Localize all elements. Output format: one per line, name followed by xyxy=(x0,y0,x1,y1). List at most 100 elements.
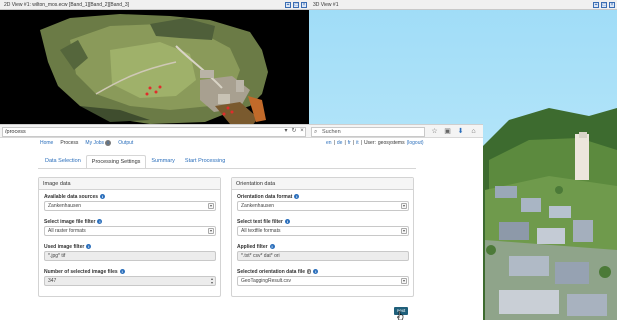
url-input[interactable]: /process xyxy=(2,127,306,137)
image-count-value: 347 xyxy=(48,278,57,284)
close-icon[interactable]: × xyxy=(298,127,306,135)
orientation-file-label: Selected orientation data file xyxy=(237,269,306,275)
applied-filter-field: *.txt* csv* dat* ori xyxy=(237,251,409,261)
orthomosaic-image[interactable] xyxy=(0,10,309,126)
app-navbar: Home Process My Jobs 0 Output en | de | fr |… xyxy=(0,138,483,148)
info-icon[interactable]: i xyxy=(119,269,125,275)
chevron-down-icon: ▾ xyxy=(208,228,214,234)
nav-my-jobs[interactable]: My Jobs 0 xyxy=(85,138,112,148)
lang-it[interactable]: it xyxy=(356,138,359,148)
lang-separator: | xyxy=(352,140,355,146)
orientation-data-panel: Orientation data Orientation data format… xyxy=(231,177,414,297)
data-sources-group: Available data sources i Zankenhausen ▾ xyxy=(44,193,216,211)
search-placeholder: Suchen xyxy=(322,129,341,135)
data-sources-value: Zankenhausen xyxy=(48,203,82,209)
data-sources-select[interactable]: Zankenhausen ▾ xyxy=(44,201,216,211)
lang-separator: | xyxy=(333,140,335,146)
info-icon[interactable]: i xyxy=(86,244,92,250)
restore-icon[interactable]: ▭ xyxy=(293,2,299,8)
chevron-down-icon: ▾ xyxy=(401,278,407,284)
nav-output[interactable]: Output xyxy=(118,138,133,148)
search-input[interactable]: ⌕ Suchen xyxy=(311,127,425,137)
used-filter-value: *.jpg* tif xyxy=(48,253,66,259)
image-count-label: Number of selected image files xyxy=(44,269,118,275)
3d-view-title: 3D View #1 xyxy=(313,2,339,8)
lang-fr[interactable]: fr xyxy=(348,138,351,148)
orientation-format-value: Zankenhausen xyxy=(241,203,275,209)
applied-filter-value: *.txt* csv* dat* ori xyxy=(241,253,280,259)
image-filter-group: Select image file filter i All raster for… xyxy=(44,218,216,236)
image-filter-select[interactable]: All raster formats ▾ xyxy=(44,226,216,236)
tab-start-processing[interactable]: Start Processing xyxy=(180,155,230,169)
star-icon[interactable]: ☆ xyxy=(430,127,439,136)
used-filter-field: *.jpg* tif xyxy=(44,251,216,261)
tab-summary[interactable]: Summary xyxy=(146,155,180,169)
spinner-icon: ▴ ▾ xyxy=(210,276,213,285)
nav-my-jobs-label: My Jobs xyxy=(85,140,105,146)
clipboard-icon[interactable]: ▣ xyxy=(443,127,452,136)
applied-filter-group: Applied filter i *.txt* csv* dat* ori xyxy=(237,243,409,261)
pin-icon[interactable]: ⌖ xyxy=(593,2,599,8)
close-icon[interactable]: × xyxy=(301,2,307,8)
info-icon[interactable]: i xyxy=(313,269,319,275)
jobs-count-badge: 0 xyxy=(105,139,112,146)
reload-icon[interactable]: ↻ xyxy=(290,127,298,135)
download-icon[interactable]: ⬇ xyxy=(456,127,465,136)
orientation-file-value: GeoTaggingResult.csv xyxy=(241,278,292,284)
home-icon[interactable]: ⌂ xyxy=(469,127,478,136)
orientation-file-select[interactable]: GeoTaggingResult.csv ▾ xyxy=(237,276,409,286)
image-filter-label: Select image file filter xyxy=(44,219,96,225)
image-count-field: 347 ▴ ▾ xyxy=(44,276,216,286)
close-icon[interactable]: × xyxy=(609,2,615,8)
orientation-data-heading: Orientation data xyxy=(232,178,413,190)
2d-view-titlebar: 2D View #1: wilton_mos.ecw [Band_1][Band… xyxy=(0,0,309,10)
text-filter-group: Select text file filter i All textfile fo… xyxy=(237,218,409,236)
3d-view-titlebar: 3D View #1 ⌖ ▭ × xyxy=(309,0,617,10)
2d-view-title: 2D View #1: wilton_mos.ecw [Band_1][Band… xyxy=(4,2,129,8)
browser-toolbar: /process ▾ ↻ × ⌕ Suchen ☆ ▣ ⬇ ⌂ xyxy=(0,124,483,138)
process-tabs: Data Selection Processing Settings Summa… xyxy=(40,155,230,169)
lang-separator: | xyxy=(344,140,346,146)
image-data-heading: Image data xyxy=(39,178,220,190)
lang-de[interactable]: de xyxy=(337,138,343,148)
info-icon[interactable]: i xyxy=(100,194,106,200)
nav-process[interactable]: Process xyxy=(60,138,78,148)
tabs-divider xyxy=(38,168,416,169)
text-filter-select[interactable]: All textfile formats ▾ xyxy=(237,226,409,236)
image-data-panel: Image data Available data sources i Zanke… xyxy=(38,177,221,297)
browser-window: /process ▾ ↻ × ⌕ Suchen ☆ ▣ ⬇ ⌂ Home Pro… xyxy=(0,124,483,320)
image-filter-value: All raster formats xyxy=(48,228,86,234)
tab-processing-settings[interactable]: Processing Settings xyxy=(85,155,147,169)
info-icon[interactable]: i xyxy=(284,219,290,225)
hand-cursor-icon xyxy=(397,311,404,320)
restore-icon[interactable]: ▭ xyxy=(601,2,607,8)
dropdown-arrow-icon[interactable]: ▾ xyxy=(282,127,290,135)
2d-view-window[interactable]: 2D View #1: wilton_mos.ecw [Band_1][Band… xyxy=(0,0,309,126)
lang-en[interactable]: en xyxy=(326,138,332,148)
url-text: /process xyxy=(5,129,26,135)
text-filter-value: All textfile formats xyxy=(241,228,281,234)
info-icon[interactable]: i xyxy=(294,194,300,200)
pin-icon[interactable]: ⌖ xyxy=(285,2,291,8)
used-filter-label: Used image filter xyxy=(44,244,85,250)
logout-link[interactable]: (logout) xyxy=(407,138,424,148)
chevron-down-icon: ▾ xyxy=(401,203,407,209)
tab-data-selection[interactable]: Data Selection xyxy=(40,155,86,169)
lang-separator: | xyxy=(360,140,362,146)
chevron-down-icon: ▾ xyxy=(401,228,407,234)
chevron-down-icon: ▾ xyxy=(208,203,214,209)
username: geosystems xyxy=(377,140,405,146)
orientation-file-group: Selected orientation data file 1 i GeoTagg… xyxy=(237,268,409,286)
image-count-group: Number of selected image files i 347 ▴ ▾ xyxy=(44,268,216,286)
selected-count-badge: 1 xyxy=(307,269,312,275)
applied-filter-label: Applied filter xyxy=(237,244,268,250)
nav-home[interactable]: Home xyxy=(40,138,53,148)
orientation-format-group: Orientation data format i Zankenhausen ▾ xyxy=(237,193,409,211)
used-filter-group: Used image filter i *.jpg* tif xyxy=(44,243,216,261)
search-icon: ⌕ xyxy=(314,129,318,135)
info-icon[interactable]: i xyxy=(97,219,103,225)
orientation-format-label: Orientation data format xyxy=(237,194,293,200)
info-icon[interactable]: i xyxy=(269,244,275,250)
data-sources-label: Available data sources xyxy=(44,194,99,200)
orientation-format-select[interactable]: Zankenhausen ▾ xyxy=(237,201,409,211)
